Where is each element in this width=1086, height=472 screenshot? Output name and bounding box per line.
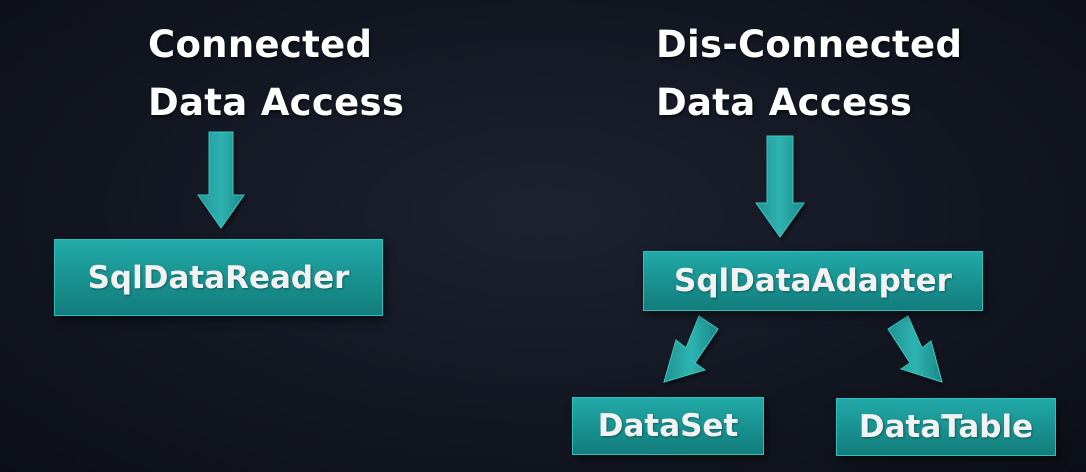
connected-heading-line-1: Connected: [148, 23, 373, 66]
arrow-diagonal-right-icon: [887, 315, 943, 383]
disconnected-data-access-heading: Dis-Connected Data Access: [656, 16, 962, 132]
arrow-down-icon: [755, 135, 805, 238]
arrow-down-icon: [197, 131, 245, 229]
connected-heading-line-2: Data Access: [148, 81, 405, 124]
disconnected-heading-line-2: Data Access: [656, 81, 913, 124]
arrow-diagonal-left-icon: [663, 315, 719, 383]
sqldatareader-box: SqlDataReader: [54, 239, 383, 316]
disconnected-heading-line-1: Dis-Connected: [656, 23, 963, 66]
datatable-box: DataTable: [836, 398, 1056, 456]
sqldataadapter-box: SqlDataAdapter: [643, 251, 983, 311]
connected-data-access-heading: Connected Data Access: [148, 16, 404, 132]
dataset-box: DataSet: [572, 397, 764, 455]
